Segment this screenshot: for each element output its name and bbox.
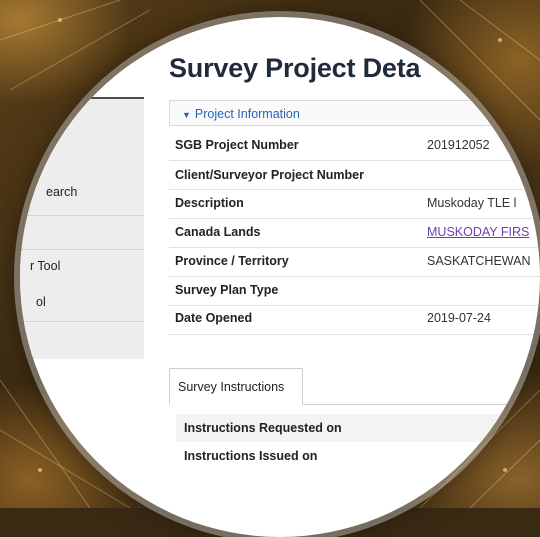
page-title: Survey Project Deta: [169, 53, 421, 83]
field-label: Date Opened: [175, 311, 253, 325]
sidebar-divider: [20, 215, 144, 216]
project-information-toggle[interactable]: ▼ Project Information: [169, 100, 540, 126]
field-label: Description: [175, 196, 244, 210]
section-label: Project Information: [194, 107, 300, 121]
sidebar-divider: [20, 249, 144, 250]
field-label: SGB Project Number: [175, 138, 299, 152]
field-row-sgb-project-number: SGB Project Number 201912052: [169, 131, 540, 160]
field-row-province-territory: Province / Territory SASKATCHEWAN: [169, 247, 540, 276]
field-label: Survey Plan Type: [175, 283, 279, 297]
sidebar: earch r Tool ol: [20, 99, 144, 359]
field-row-date-opened: Date Opened 2019-07-24: [169, 304, 540, 333]
field-row-canada-lands: Canada Lands MUSKODAY FIRS: [169, 218, 540, 247]
row-divider: [169, 334, 540, 335]
field-label: Instructions Issued on: [184, 449, 318, 463]
sidebar-divider: [20, 321, 144, 322]
field-label: Canada Lands: [175, 225, 261, 239]
triangle-down-icon: ▼: [182, 110, 191, 120]
field-label: Instructions Requested on: [184, 421, 342, 435]
field-value: SASKATCHEWAN: [427, 254, 531, 268]
magnifier-lens: earch r Tool ol Survey Project Deta ▼ Pro…: [20, 17, 540, 537]
field-row-instructions-issued: Instructions Issued on: [176, 442, 540, 470]
field-label: Client/Surveyor Project Number: [175, 168, 364, 182]
tab-survey-instructions[interactable]: Survey Instructions: [169, 368, 303, 405]
field-row-description: Description Muskoday TLE l: [169, 189, 540, 218]
field-value: Muskoday TLE l: [427, 196, 517, 210]
field-row-survey-plan-type: Survey Plan Type: [169, 276, 540, 305]
field-row-client-surveyor-number: Client/Surveyor Project Number: [169, 161, 540, 190]
field-value: 2019-07-24: [427, 311, 491, 325]
page: earch r Tool ol Survey Project Deta ▼ Pro…: [20, 17, 540, 508]
field-row-instructions-requested: Instructions Requested on: [176, 414, 540, 442]
canada-lands-link[interactable]: MUSKODAY FIRS: [427, 225, 529, 239]
field-value: 201912052: [427, 138, 490, 152]
field-label: Province / Territory: [175, 254, 289, 268]
